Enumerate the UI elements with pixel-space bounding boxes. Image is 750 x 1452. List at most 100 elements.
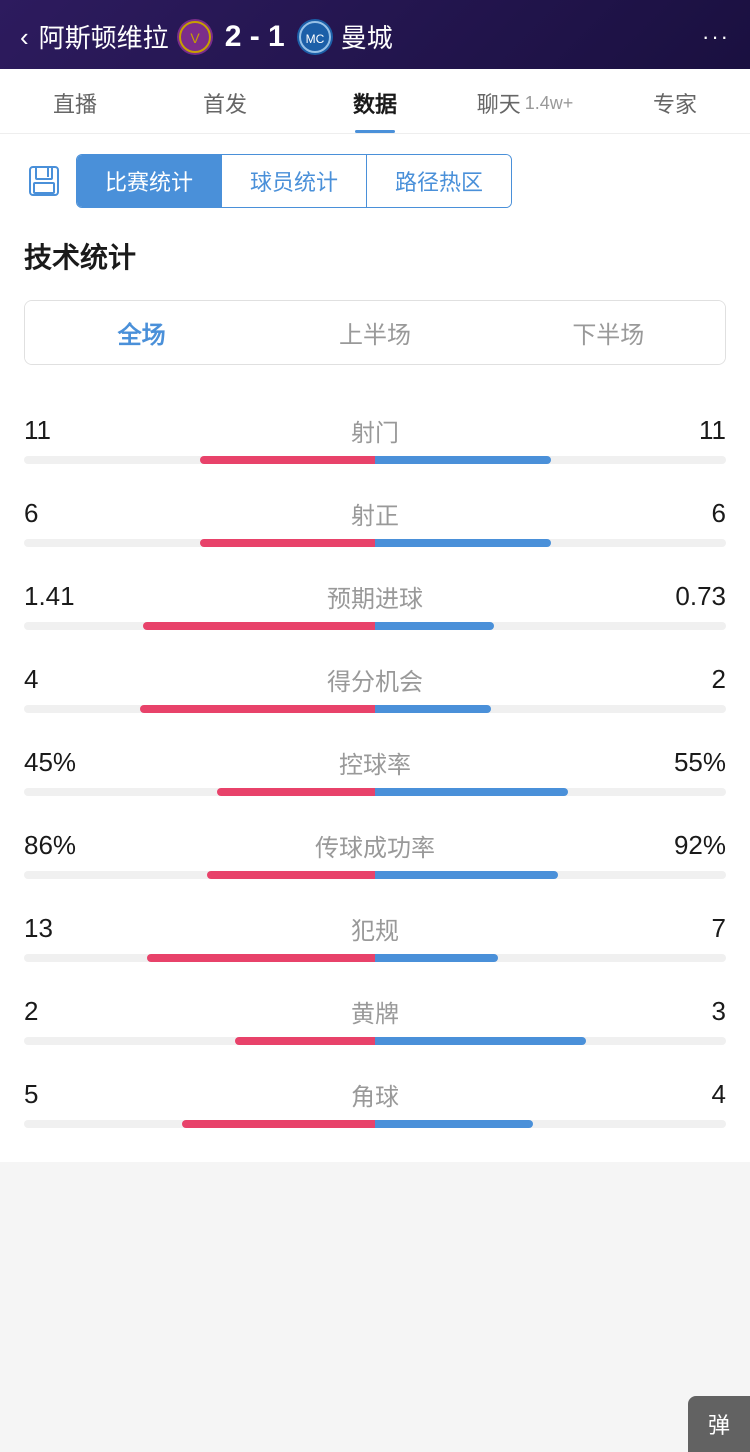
tab-data[interactable]: 数据 <box>300 69 450 133</box>
bar-left <box>207 871 375 879</box>
stat-left-value: 6 <box>24 498 104 529</box>
stat-bar <box>24 1120 726 1128</box>
bottom-popup-button[interactable]: 弹 <box>688 1396 750 1452</box>
home-team-logo: V <box>177 19 213 55</box>
stat-values: 86% 传球成功率 92% <box>24 828 726 863</box>
period-full[interactable]: 全场 <box>25 301 258 364</box>
stat-values: 4 得分机会 2 <box>24 662 726 697</box>
stat-name: 角球 <box>104 1077 646 1112</box>
stat-name: 预期进球 <box>104 579 646 614</box>
tab-live[interactable]: 直播 <box>0 69 150 133</box>
tab-lineup[interactable]: 首发 <box>150 69 300 133</box>
sub-tabs-row: 比赛统计 球员统计 路径热区 <box>24 154 726 208</box>
stat-right-value: 2 <box>646 664 726 695</box>
main-content: 比赛统计 球员统计 路径热区 技术统计 全场 上半场 下半场 11 射门 11 … <box>0 134 750 1162</box>
tab-chat[interactable]: 聊天 1.4w+ <box>450 69 600 133</box>
stat-left-value: 45% <box>24 747 104 778</box>
bar-right <box>375 622 494 630</box>
period-first-half[interactable]: 上半场 <box>258 301 491 364</box>
stat-row: 86% 传球成功率 92% <box>24 810 726 893</box>
stat-values: 6 射正 6 <box>24 496 726 531</box>
stat-right-value: 7 <box>646 913 726 944</box>
stat-left-value: 2 <box>24 996 104 1027</box>
stat-bar <box>24 788 726 796</box>
stat-left-value: 86% <box>24 830 104 861</box>
home-team-name: 阿斯顿维拉 <box>39 18 169 55</box>
stats-list: 11 射门 11 6 射正 6 1.41 预期进球 0.73 4 <box>24 395 726 1142</box>
stat-row: 5 角球 4 <box>24 1059 726 1142</box>
stat-row: 4 得分机会 2 <box>24 644 726 727</box>
stat-row: 13 犯规 7 <box>24 893 726 976</box>
svg-text:MC: MC <box>305 32 324 46</box>
period-selector: 全场 上半场 下半场 <box>24 300 726 365</box>
stat-left-value: 11 <box>24 415 104 446</box>
stat-name: 传球成功率 <box>104 828 646 863</box>
section-title: 技术统计 <box>24 236 726 276</box>
bar-right <box>375 1120 533 1128</box>
stat-right-value: 11 <box>646 415 726 446</box>
stat-right-value: 0.73 <box>646 581 726 612</box>
bar-right <box>375 954 498 962</box>
bar-left <box>182 1120 375 1128</box>
svg-text:V: V <box>190 30 200 46</box>
stat-name: 控球率 <box>104 745 646 780</box>
stat-right-value: 55% <box>646 747 726 778</box>
stat-right-value: 4 <box>646 1079 726 1110</box>
bar-left <box>235 1037 375 1045</box>
save-icon[interactable] <box>24 161 64 201</box>
stat-values: 45% 控球率 55% <box>24 745 726 780</box>
stat-name: 犯规 <box>104 911 646 946</box>
match-title: 阿斯顿维拉 V 2 - 1 MC 曼城 <box>39 18 393 55</box>
bar-right <box>375 1037 586 1045</box>
stat-right-value: 92% <box>646 830 726 861</box>
header: ‹ 阿斯顿维拉 V 2 - 1 MC 曼城 ··· <box>0 0 750 69</box>
stat-left-value: 13 <box>24 913 104 944</box>
bar-left <box>200 456 376 464</box>
stat-row: 11 射门 11 <box>24 395 726 478</box>
stat-bar <box>24 622 726 630</box>
away-team-logo: MC <box>297 19 333 55</box>
bar-right <box>375 456 551 464</box>
stat-bar <box>24 871 726 879</box>
stat-bar <box>24 705 726 713</box>
sub-tab-match-stats[interactable]: 比赛统计 <box>77 155 222 207</box>
bar-left <box>147 954 375 962</box>
stat-right-value: 3 <box>646 996 726 1027</box>
stat-left-value: 1.41 <box>24 581 104 612</box>
stat-values: 5 角球 4 <box>24 1077 726 1112</box>
stat-bar <box>24 456 726 464</box>
stat-left-value: 4 <box>24 664 104 695</box>
bar-left <box>200 539 376 547</box>
match-score: 2 - 1 <box>225 20 285 54</box>
chat-count-badge: 1.4w+ <box>525 93 574 114</box>
stat-bar <box>24 539 726 547</box>
sub-tab-heatmap[interactable]: 路径热区 <box>367 155 511 207</box>
stat-values: 1.41 预期进球 0.73 <box>24 579 726 614</box>
stat-right-value: 6 <box>646 498 726 529</box>
bar-right <box>375 871 558 879</box>
stat-name: 射门 <box>104 413 646 448</box>
stat-bar <box>24 954 726 962</box>
stat-name: 黄牌 <box>104 994 646 1029</box>
sub-tab-player-stats[interactable]: 球员统计 <box>222 155 367 207</box>
period-second-half[interactable]: 下半场 <box>492 301 725 364</box>
bar-right <box>375 539 551 547</box>
stat-bar <box>24 1037 726 1045</box>
stat-row: 45% 控球率 55% <box>24 727 726 810</box>
nav-tabs: 直播 首发 数据 聊天 1.4w+ 专家 <box>0 69 750 134</box>
stat-values: 11 射门 11 <box>24 413 726 448</box>
stat-row: 2 黄牌 3 <box>24 976 726 1059</box>
more-button[interactable]: ··· <box>702 24 730 50</box>
bar-left <box>143 622 375 630</box>
bar-left <box>217 788 375 796</box>
away-team-name: 曼城 <box>341 18 393 55</box>
tab-expert[interactable]: 专家 <box>600 69 750 133</box>
stat-values: 2 黄牌 3 <box>24 994 726 1029</box>
bar-right <box>375 705 491 713</box>
back-button[interactable]: ‹ <box>20 24 29 50</box>
stat-row: 6 射正 6 <box>24 478 726 561</box>
stat-name: 射正 <box>104 496 646 531</box>
stat-name: 得分机会 <box>104 662 646 697</box>
bar-left <box>140 705 375 713</box>
bar-right <box>375 788 568 796</box>
